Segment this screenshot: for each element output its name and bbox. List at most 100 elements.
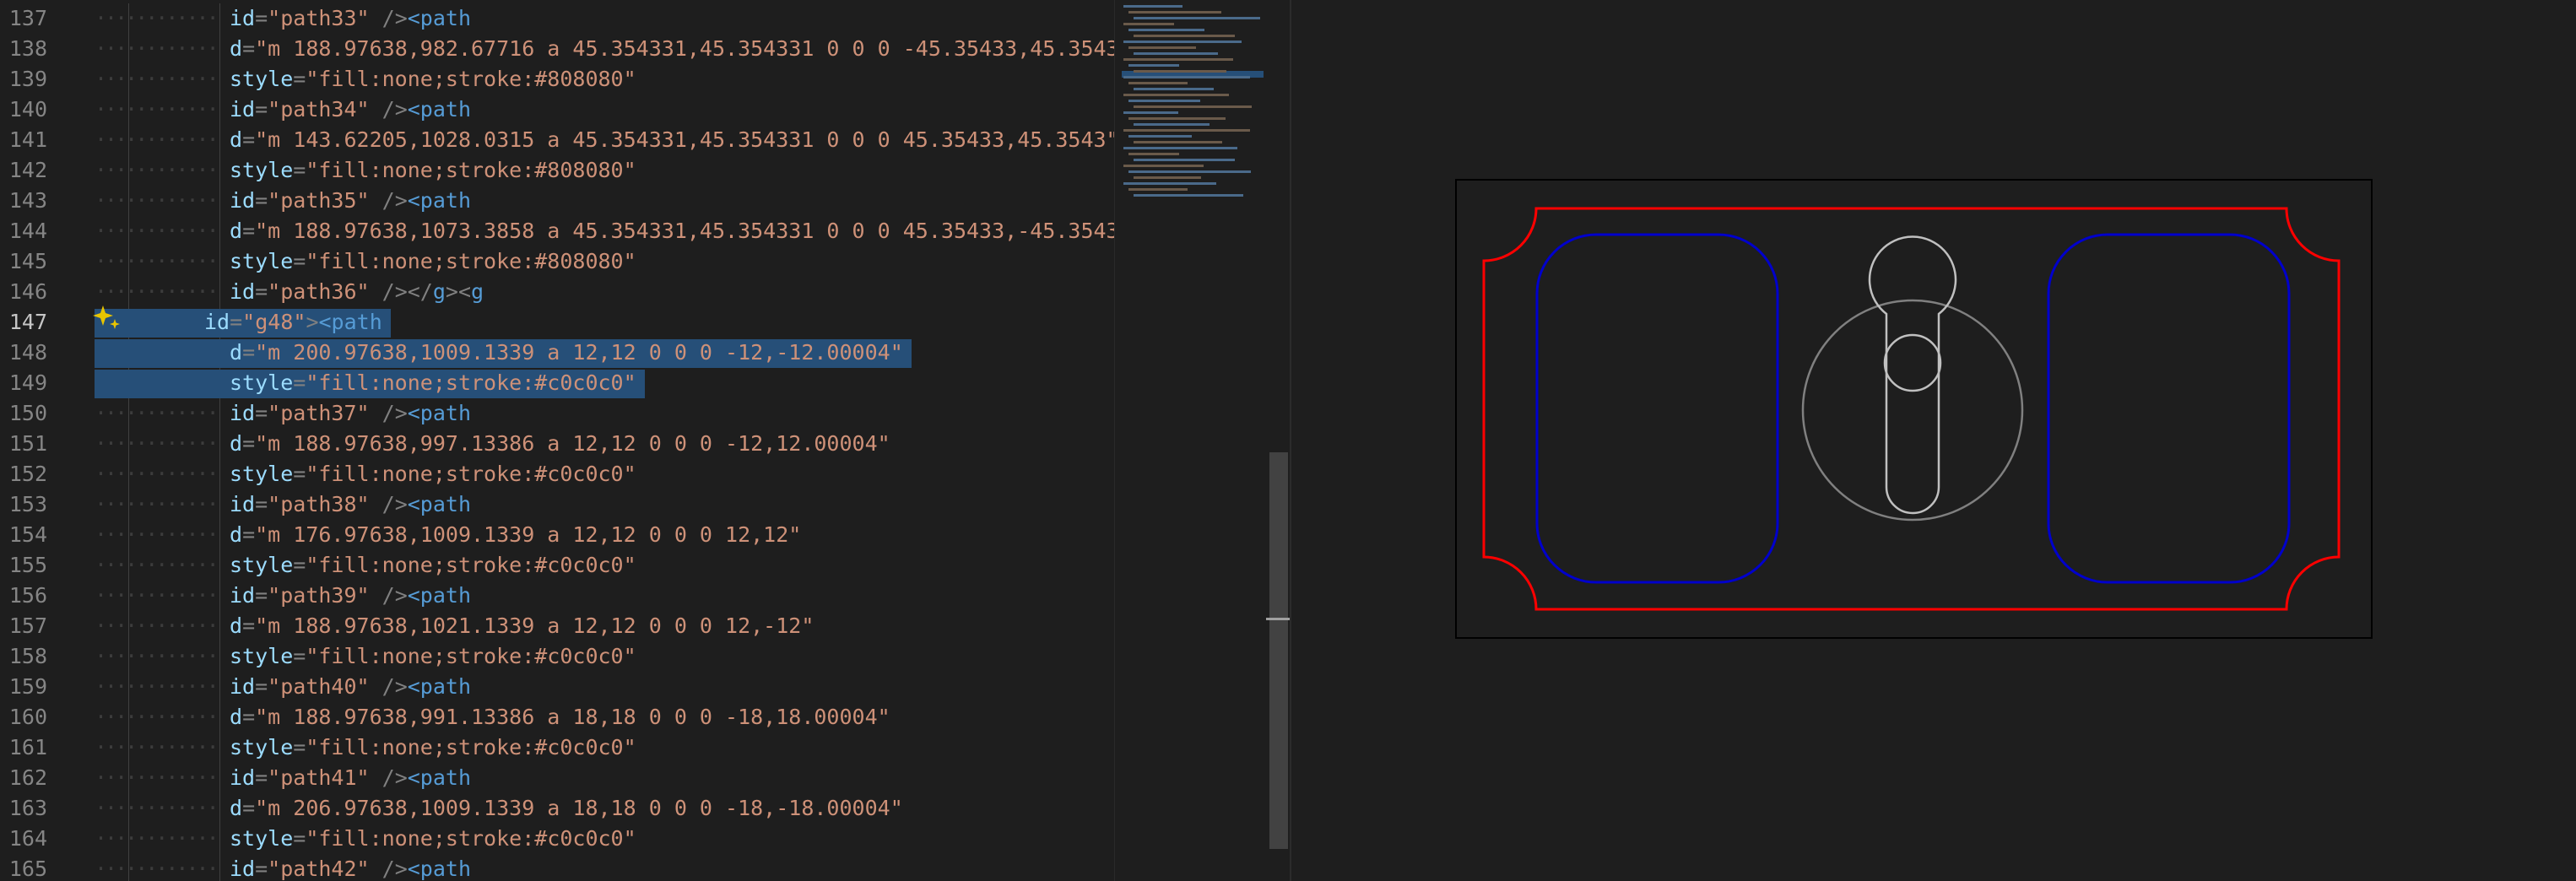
code-line[interactable]: 147··········id="g48"><path — [0, 307, 1114, 338]
line-number: 145 — [8, 249, 47, 273]
code-line[interactable]: 138 ············ d="m 188.97638,982.67716 … — [0, 34, 1114, 64]
code-text: d="m 200.97638,1009.1339 a 12,12 0 0 0 -… — [230, 340, 903, 365]
svg-preview-pane — [1291, 0, 2576, 881]
code-text: d="m 188.97638,1021.1339 a 12,12 0 0 0 1… — [230, 613, 814, 638]
code-line[interactable]: 141 ············ d="m 143.62205,1028.0315 … — [0, 125, 1114, 155]
minimap-line — [1123, 129, 1250, 132]
line-number: 164 — [8, 826, 47, 851]
indent-whitespace: ············ — [95, 401, 219, 425]
code-line[interactable]: 156 ············ id="path39" /><path — [0, 581, 1114, 611]
indent-guide — [128, 277, 129, 307]
code-text: d="m 188.97638,982.67716 a 45.354331,45.… — [230, 36, 1114, 61]
code-text: style="fill:none;stroke:#c0c0c0" — [230, 644, 636, 668]
code-line[interactable]: 159 ············ id="path40" /><path — [0, 672, 1114, 702]
indent-whitespace: ············ — [95, 67, 219, 91]
indent-guide — [128, 702, 129, 732]
indent-guide — [128, 34, 129, 64]
indent-guide — [219, 459, 220, 489]
code-text: id="path33" /><path — [230, 6, 472, 30]
minimap[interactable] — [1114, 0, 1267, 881]
code-line[interactable]: 155 ············ style="fill:none;stroke:#… — [0, 550, 1114, 581]
indent-whitespace: ············ — [95, 188, 219, 213]
code-line[interactable]: 162 ············ id="path41" /><path — [0, 763, 1114, 793]
code-text: d="m 143.62205,1028.0315 a 45.354331,45.… — [230, 127, 1114, 152]
minimap-line — [1123, 147, 1237, 149]
code-line[interactable]: 163 ············ d="m 206.97638,1009.1339 … — [0, 793, 1114, 824]
indent-guide — [128, 64, 129, 95]
indent-guide — [128, 854, 129, 881]
indent-whitespace: ············ — [95, 6, 219, 30]
scrollbar-thumb[interactable] — [1269, 452, 1288, 849]
indent-whitespace: ············ — [95, 765, 219, 790]
indent-guide — [219, 824, 220, 854]
code-line[interactable]: 140 ············ id="path34" /><path — [0, 95, 1114, 125]
indent-guide — [219, 854, 220, 881]
code-text: style="fill:none;stroke:#c0c0c0" — [230, 826, 636, 851]
minimap-line — [1128, 135, 1192, 138]
code-line[interactable]: 139 ············ style="fill:none;stroke:#… — [0, 64, 1114, 95]
line-number: 154 — [8, 522, 47, 547]
minimap-line — [1123, 5, 1182, 8]
indent-whitespace: ············ — [95, 796, 219, 820]
code-line[interactable]: 151 ············ d="m 188.97638,997.13386 … — [0, 429, 1114, 459]
line-number: 143 — [8, 188, 47, 213]
indent-guide — [219, 216, 220, 246]
indent-guide — [128, 520, 129, 550]
code-line[interactable]: 158 ············ style="fill:none;stroke:#… — [0, 641, 1114, 672]
indent-whitespace: ············ — [95, 127, 219, 152]
indent-guide — [219, 550, 220, 581]
line-number: 165 — [8, 857, 47, 881]
code-line[interactable]: 146 ············ id="path36" /></g><g — [0, 277, 1114, 307]
indent-whitespace: ············ — [95, 735, 219, 759]
code-line[interactable]: 144 ············ d="m 188.97638,1073.3858 … — [0, 216, 1114, 246]
code-line[interactable]: 152 ············ style="fill:none;stroke:#… — [0, 459, 1114, 489]
code-text: d="m 176.97638,1009.1339 a 12,12 0 0 0 1… — [230, 522, 802, 547]
indent-whitespace: ············ — [95, 36, 219, 61]
indent-guide — [128, 672, 129, 702]
code-line[interactable]: 154 ············ d="m 176.97638,1009.1339 … — [0, 520, 1114, 550]
indent-whitespace: ············ — [95, 583, 219, 608]
code-text: id="path42" /><path — [230, 857, 472, 881]
code-line[interactable]: 143 ············ id="path35" /><path — [0, 186, 1114, 216]
minimap-line — [1134, 52, 1218, 55]
minimap-line — [1134, 35, 1235, 37]
indent-guide — [128, 3, 129, 34]
code-line[interactable]: 137 ············ id="path33" /><path — [0, 3, 1114, 34]
code-text: id="path36" /></g><g — [230, 279, 484, 304]
sparkle-icon[interactable] — [93, 304, 122, 332]
minimap-line — [1128, 117, 1226, 120]
code-line[interactable]: 160 ············ d="m 188.97638,991.13386 … — [0, 702, 1114, 732]
indent-whitespace: ············ — [95, 492, 219, 516]
line-number: 155 — [8, 553, 47, 577]
code-line[interactable]: 165 ············ id="path42" /><path — [0, 854, 1114, 881]
code-line[interactable]: 148············d="m 200.97638,1009.1339 … — [0, 338, 1114, 368]
code-line[interactable]: 164 ············ style="fill:none;stroke:#… — [0, 824, 1114, 854]
indent-guide — [128, 95, 129, 125]
line-number: 150 — [8, 401, 47, 425]
code-line[interactable]: 153 ············ id="path38" /><path — [0, 489, 1114, 520]
minimap-line — [1128, 170, 1251, 173]
indent-guide — [128, 398, 129, 429]
vertical-scrollbar[interactable] — [1266, 0, 1290, 881]
indent-guide — [219, 155, 220, 186]
indent-guide — [219, 702, 220, 732]
indent-guide — [219, 581, 220, 611]
indent-guide — [219, 732, 220, 763]
code-line[interactable]: 161 ············ style="fill:none;stroke:#… — [0, 732, 1114, 763]
code-text: d="m 188.97638,991.13386 a 18,18 0 0 0 -… — [230, 705, 890, 729]
code-line[interactable]: 157 ············ d="m 188.97638,1021.1339 … — [0, 611, 1114, 641]
code-line[interactable]: 145 ············ style="fill:none;stroke:#… — [0, 246, 1114, 277]
code-line[interactable]: 142 ············ style="fill:none;stroke:#… — [0, 155, 1114, 186]
indent-guide — [219, 429, 220, 459]
line-number: 160 — [8, 705, 47, 729]
code-line[interactable]: 149············style="fill:none;stroke:#… — [0, 368, 1114, 398]
line-number: 146 — [8, 279, 47, 304]
minimap-line — [1128, 188, 1188, 191]
minimap-line — [1128, 64, 1179, 67]
code-text: id="path37" /><path — [230, 401, 472, 425]
code-editor[interactable]: 137 ············ id="path33" /><path 138 ···… — [0, 0, 1114, 881]
line-number: 161 — [8, 735, 47, 759]
code-line[interactable]: 150 ············ id="path37" /><path — [0, 398, 1114, 429]
indent-whitespace: ············ — [95, 522, 219, 547]
indent-guide — [219, 672, 220, 702]
